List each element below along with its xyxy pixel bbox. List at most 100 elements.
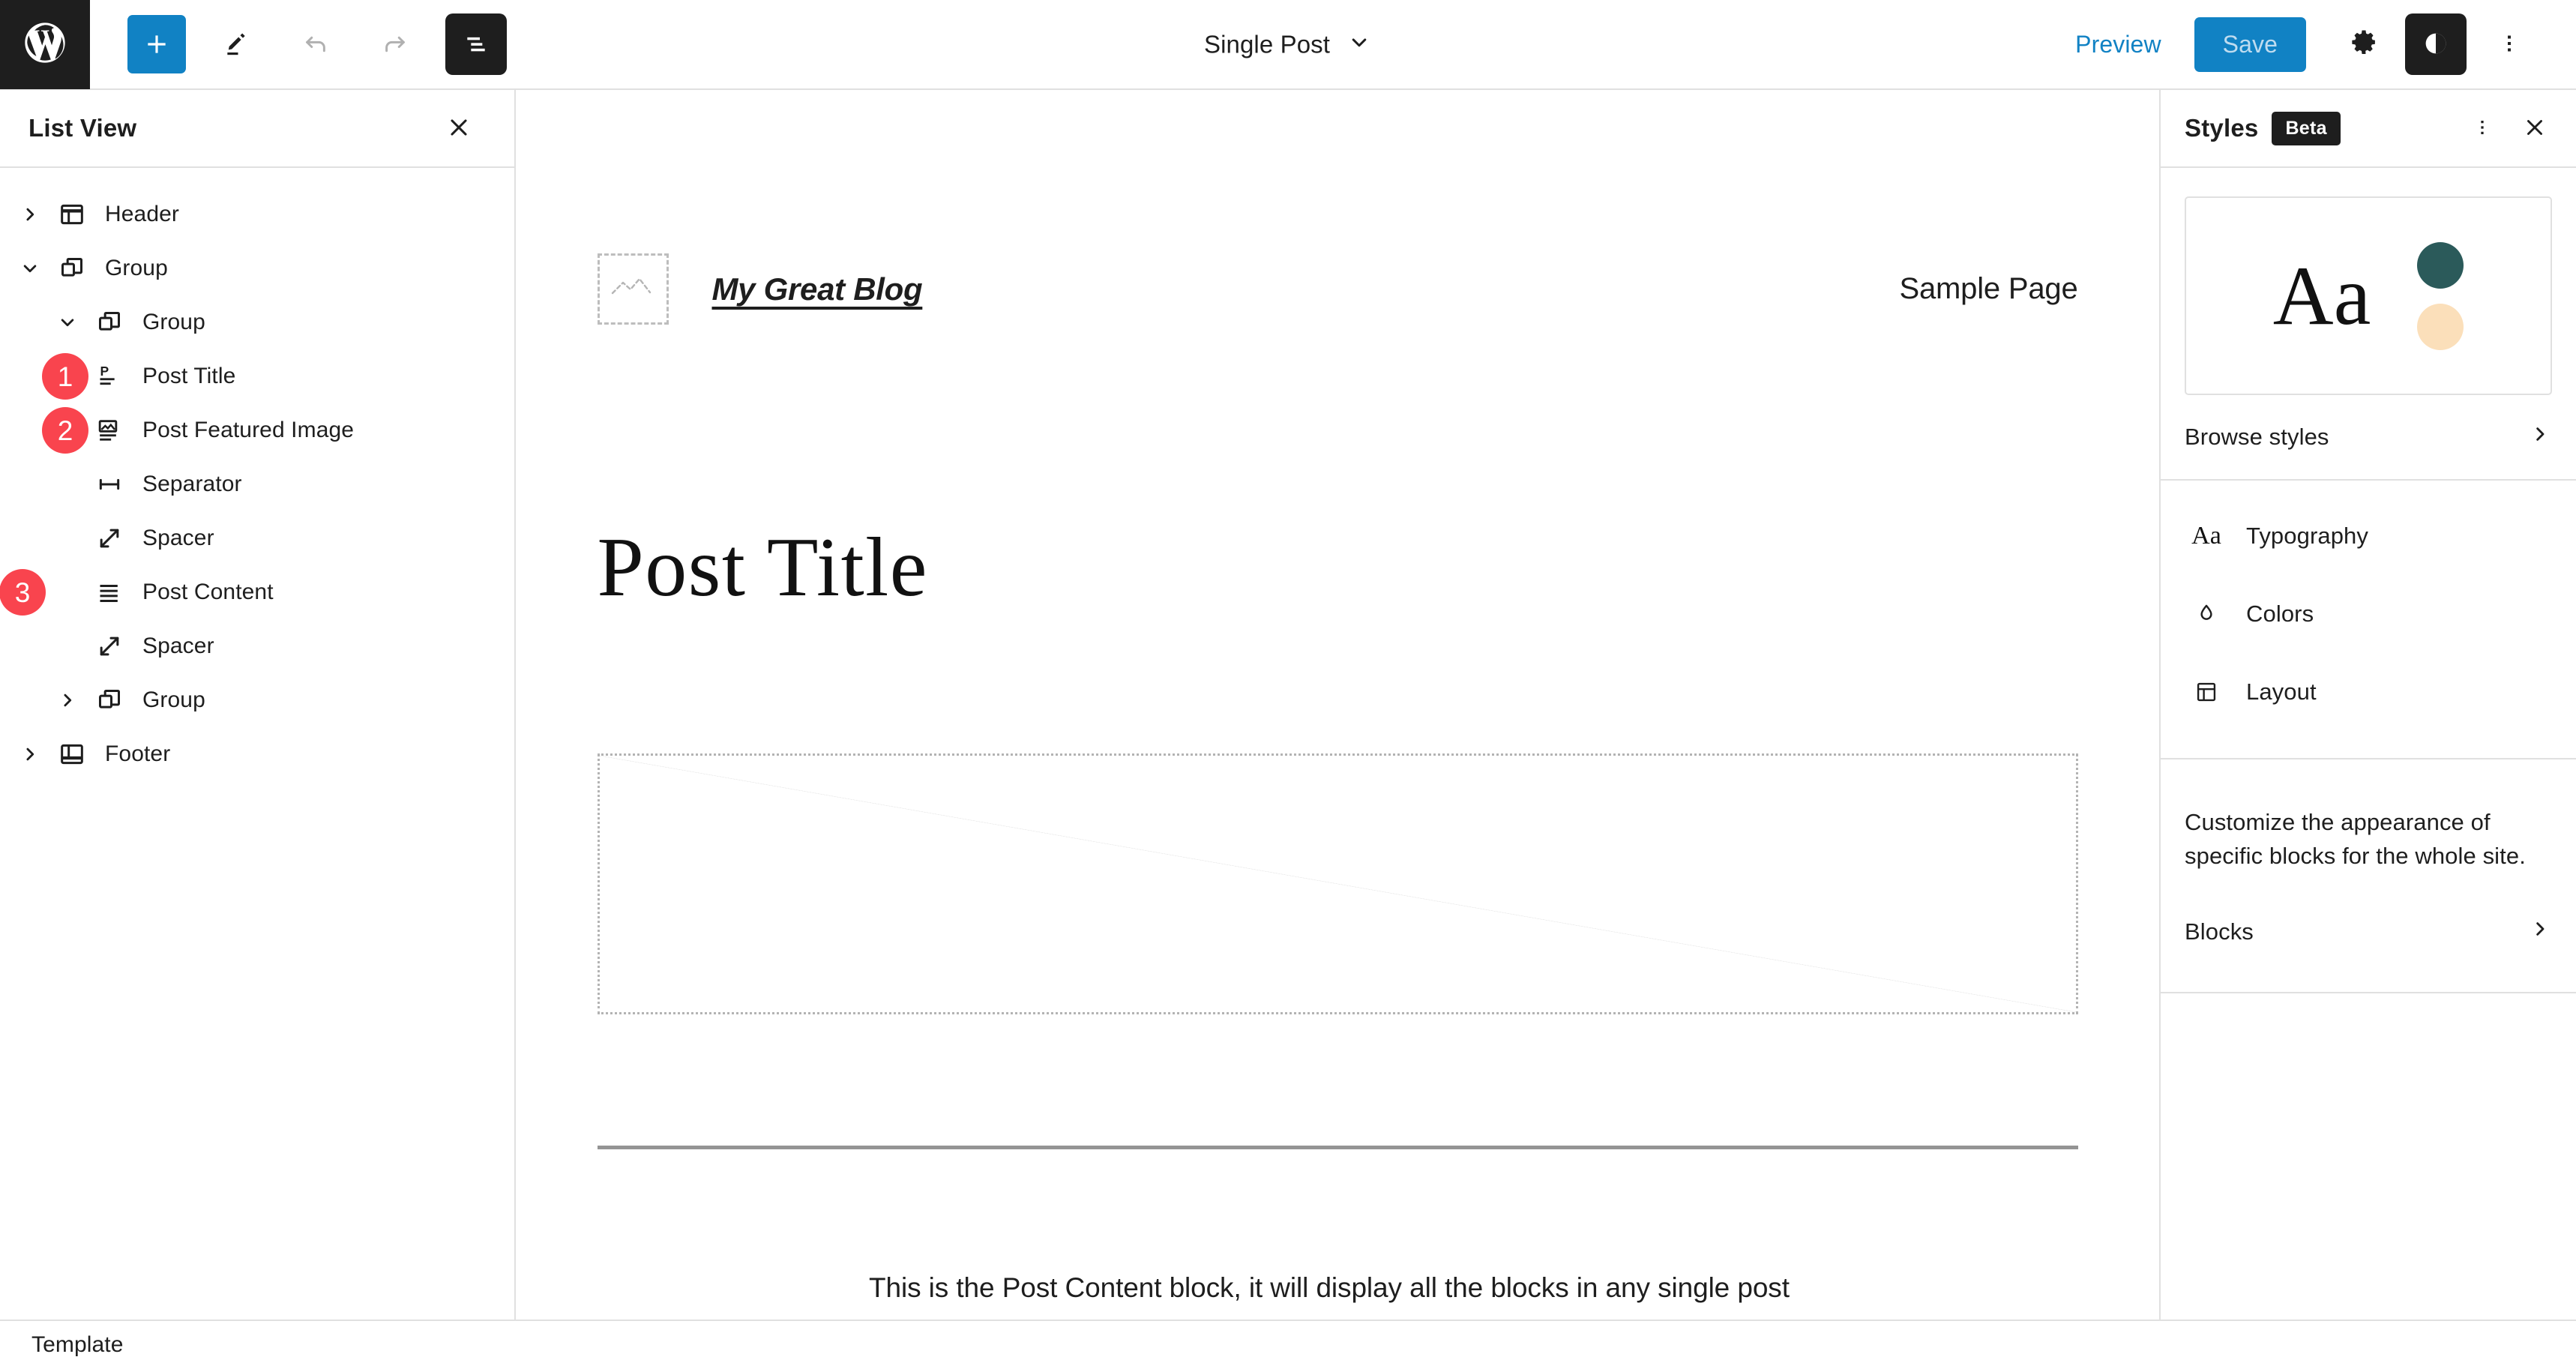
chevron-down-icon[interactable]	[46, 301, 88, 343]
separator-block[interactable]	[597, 1146, 2078, 1149]
chevron-right-icon[interactable]	[46, 679, 88, 721]
list-item-label: Post Title	[142, 364, 236, 388]
wordpress-logo-button[interactable]	[0, 0, 90, 89]
list-item-post-content[interactable]: 3 Post Content	[0, 565, 514, 619]
group-blocks-icon	[88, 679, 130, 721]
header-layout-icon	[51, 193, 93, 235]
styles-menu-label: Layout	[2246, 679, 2317, 705]
document-title-area[interactable]: Single Post	[1204, 30, 1372, 59]
featured-image-icon	[88, 409, 130, 451]
more-options-button[interactable]	[2479, 13, 2540, 75]
list-item-separator[interactable]: Separator	[0, 457, 514, 511]
list-view-title: List View	[28, 114, 137, 142]
typography-aa-icon: Aa	[2191, 522, 2221, 550]
list-item-label: Group	[105, 256, 168, 280]
browse-styles-label: Browse styles	[2185, 424, 2329, 450]
post-content-block[interactable]: This is the Post Content block, it will …	[869, 1266, 1806, 1320]
preview-button[interactable]: Preview	[2075, 31, 2161, 58]
editor-body: List View Header Group Group 1 P Post Ti…	[0, 90, 2576, 1320]
list-item-label: Spacer	[142, 526, 214, 550]
undo-arrow-icon	[300, 28, 331, 60]
content-paragraph[interactable]: This is the Post Content block, it will …	[869, 1266, 1806, 1320]
beta-badge: Beta	[2272, 111, 2341, 145]
color-drop-icon	[2185, 601, 2228, 627]
chevron-right-icon[interactable]	[9, 733, 51, 775]
editor-toolbar: Single Post Preview Save	[0, 0, 2576, 90]
separator-icon	[88, 463, 130, 505]
styles-close-button[interactable]	[2513, 106, 2557, 150]
document-title: Single Post	[1203, 30, 1331, 58]
template-site-header[interactable]: My Great Blog Sample Page	[597, 90, 2078, 325]
redo-button[interactable]	[366, 15, 424, 73]
chevron-down-icon	[1346, 30, 1372, 59]
spacer-arrows-icon	[88, 517, 130, 559]
styles-preview-section: Aa Browse styles	[2161, 168, 2576, 479]
styles-menu-colors[interactable]: Colors	[2185, 575, 2552, 653]
style-preview-swatches	[2417, 241, 2464, 350]
group-blocks-icon	[88, 301, 130, 343]
chevron-right-icon	[2528, 917, 2552, 947]
edit-tool-button[interactable]	[207, 15, 265, 73]
list-item-label: Post Content	[142, 580, 274, 604]
save-button[interactable]: Save	[2194, 16, 2306, 72]
list-item-label: Spacer	[142, 634, 214, 658]
list-item-spacer-top[interactable]: Spacer	[0, 511, 514, 565]
list-item-spacer-bottom[interactable]: Spacer	[0, 619, 514, 673]
svg-text:P: P	[100, 364, 109, 379]
image-placeholder-icon	[610, 273, 656, 305]
editor-canvas[interactable]: My Great Blog Sample Page Post Title Thi…	[516, 90, 2159, 1320]
blocks-description: Customize the appearance of specific blo…	[2185, 809, 2526, 869]
plus-icon	[142, 29, 172, 59]
styles-divider-3	[2161, 991, 2576, 993]
kebab-vertical-icon	[2471, 116, 2494, 141]
list-item-footer[interactable]: Footer	[0, 727, 514, 781]
chevron-right-icon[interactable]	[9, 193, 51, 235]
post-featured-image-placeholder[interactable]	[597, 753, 2078, 1014]
blocks-row[interactable]: Blocks	[2185, 890, 2552, 974]
styles-menu-typography[interactable]: Aa Typography	[2185, 497, 2552, 575]
undo-button[interactable]	[286, 15, 345, 73]
styles-more-options-button[interactable]	[2461, 106, 2504, 150]
spacer-arrows-icon	[88, 625, 130, 667]
step-badge-1: 1	[42, 353, 88, 400]
featured-image-placeholder-icon	[600, 756, 2076, 1012]
layout-grid-icon	[2185, 679, 2228, 705]
gear-icon	[2348, 28, 2380, 61]
list-view-icon	[461, 29, 491, 59]
close-x-icon	[445, 113, 473, 144]
nav-item-sample-page[interactable]: Sample Page	[1900, 272, 2078, 306]
separator-line	[597, 1146, 2078, 1149]
contrast-half-circle-icon	[2419, 27, 2452, 62]
styles-menu-layout[interactable]: Layout	[2185, 653, 2552, 731]
post-content-icon	[88, 571, 130, 613]
close-x-icon	[2521, 114, 2548, 143]
styles-toggle-button[interactable]	[2405, 13, 2467, 75]
styles-panel-header: Styles Beta	[2161, 90, 2576, 168]
list-view-button[interactable]	[445, 13, 507, 75]
list-view-close-button[interactable]	[435, 104, 483, 152]
list-item-header[interactable]: Header	[0, 187, 514, 241]
footer-layout-icon	[51, 733, 93, 775]
add-block-button[interactable]	[127, 15, 186, 73]
blocks-label: Blocks	[2185, 918, 2254, 945]
step-badge-3: 3	[0, 569, 46, 616]
list-item-group-inner[interactable]: Group	[0, 295, 514, 349]
browse-styles-row[interactable]: Browse styles	[2185, 395, 2552, 479]
post-title-block[interactable]: Post Title	[598, 526, 2078, 610]
list-item-group-outer[interactable]: Group	[0, 241, 514, 295]
styles-blocks-section: Customize the appearance of specific blo…	[2161, 759, 2576, 974]
style-preview-card[interactable]: Aa	[2185, 196, 2552, 395]
chevron-down-icon[interactable]	[9, 247, 51, 289]
list-item-label: Group	[142, 687, 205, 712]
list-item-group-collapsed[interactable]: Group	[0, 673, 514, 727]
site-title-link[interactable]: My Great Blog	[712, 271, 923, 307]
settings-button[interactable]	[2333, 13, 2395, 75]
list-item-label: Header	[105, 202, 179, 226]
list-item-label: Separator	[142, 472, 242, 496]
site-logo-placeholder[interactable]	[597, 253, 669, 325]
toolbar-right-group: Preview Save	[2075, 13, 2576, 75]
list-item-post-featured-image[interactable]: 2 Post Featured Image	[0, 403, 514, 457]
list-view-tree: Header Group Group 1 P Post Title 2 Post…	[0, 168, 514, 781]
list-item-post-title[interactable]: 1 P Post Title	[0, 349, 514, 403]
pencil-icon	[221, 29, 251, 59]
